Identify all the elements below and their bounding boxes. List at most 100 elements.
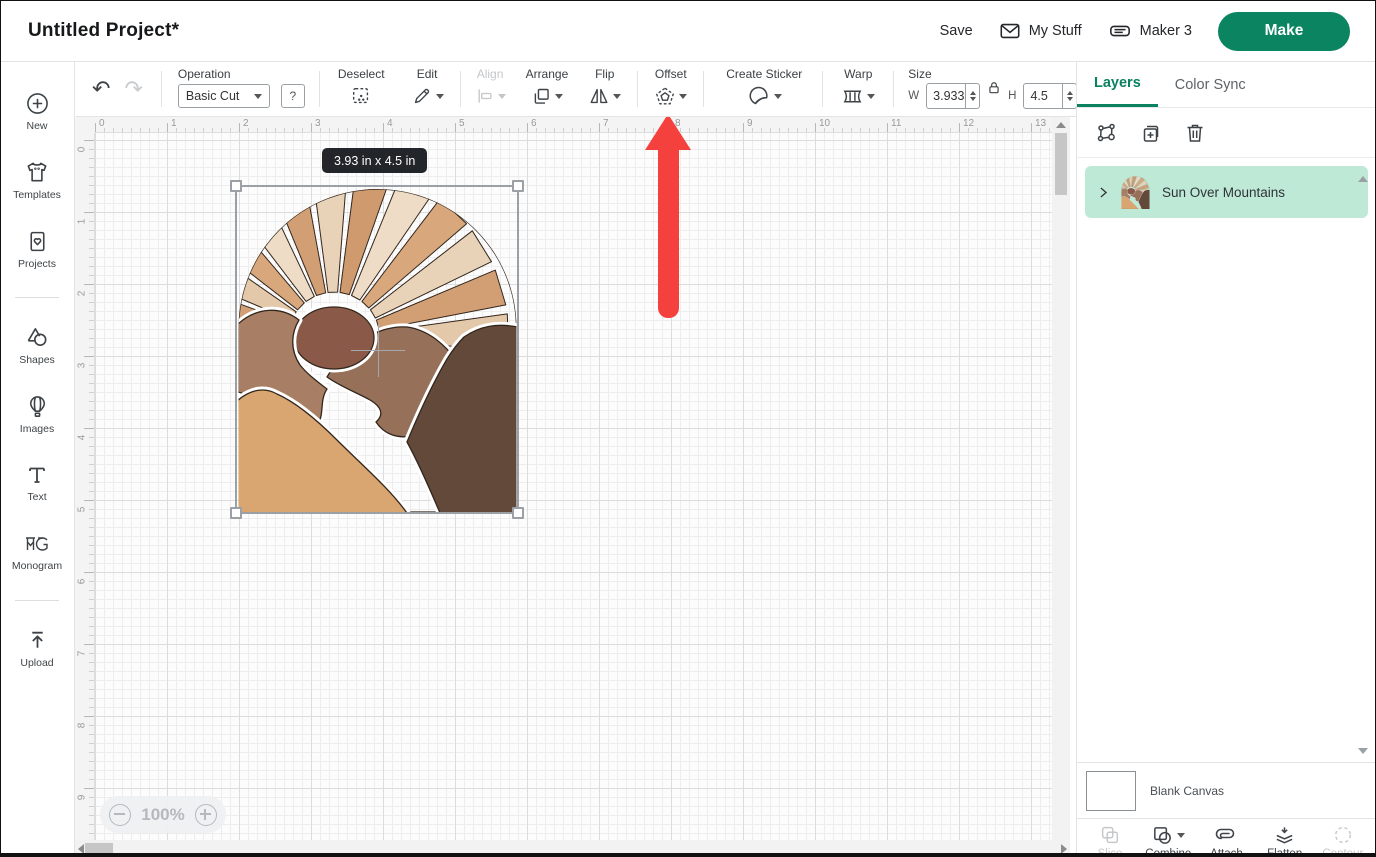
sidebar-item-projects[interactable]: Projects [2, 222, 72, 276]
layers-panel: Layers Color Sync Sun Over Mountains Bla… [1076, 62, 1376, 857]
selection-size-tooltip: 3.93 in x 4.5 in [322, 148, 427, 173]
ruler-horizontal: 012345678910111213 [75, 117, 1052, 133]
canvas-color-swatch[interactable] [1086, 771, 1136, 811]
layer-list: Sun Over Mountains [1077, 166, 1376, 762]
sidebar-item-monogram[interactable]: Monogram [2, 525, 72, 579]
nav-divider [15, 600, 59, 601]
warp-icon [841, 85, 864, 108]
warp-button[interactable] [841, 81, 875, 111]
combine-button[interactable]: Combine [1140, 824, 1196, 857]
sidebar-item-templates[interactable]: Templates [2, 153, 72, 207]
annotation-arrow [658, 146, 679, 318]
align-label: Align [477, 67, 504, 81]
make-button[interactable]: Make [1218, 12, 1350, 51]
canvas-vertical-scrollbar[interactable] [1052, 117, 1070, 840]
attach-button[interactable]: Attach [1198, 824, 1254, 857]
horizontal-scroll-thumb[interactable] [85, 843, 113, 854]
blank-canvas-row[interactable]: Blank Canvas [1077, 762, 1376, 818]
offset-button[interactable] [654, 81, 687, 111]
edit-label: Edit [417, 67, 438, 81]
layer-row-sun-over-mountains[interactable]: Sun Over Mountains [1085, 166, 1368, 218]
save-button[interactable]: Save [940, 23, 973, 39]
width-input[interactable] [926, 83, 980, 109]
deselect-icon [350, 85, 372, 107]
height-stepper[interactable] [1062, 84, 1076, 108]
edit-button[interactable] [411, 81, 444, 111]
vertical-scroll-thumb[interactable] [1055, 133, 1067, 195]
zoom-out-button[interactable] [109, 804, 131, 826]
scroll-up-arrow[interactable] [1056, 122, 1066, 128]
duplicate-button[interactable] [1139, 121, 1163, 145]
chevron-right-icon[interactable] [1097, 186, 1110, 199]
warp-label: Warp [844, 67, 872, 81]
upload-icon [25, 628, 50, 653]
deselect-label: Deselect [338, 67, 385, 81]
arrange-button[interactable] [531, 81, 563, 111]
layer-name: Sun Over Mountains [1162, 185, 1285, 200]
machine-icon [1108, 20, 1132, 42]
sidebar-item-new[interactable]: New [2, 84, 72, 138]
operation-help-button[interactable]: ? [281, 84, 305, 108]
left-sidebar: New Templates Projects Shapes Images Tex… [0, 62, 75, 857]
delete-button[interactable] [1183, 121, 1207, 145]
selection-handle-bottom-right[interactable] [512, 507, 524, 519]
height-input[interactable] [1023, 83, 1077, 109]
blank-canvas-label: Blank Canvas [1150, 784, 1224, 798]
sidebar-item-text[interactable]: Text [2, 456, 72, 510]
pencil-icon [411, 85, 433, 107]
deselect-button[interactable] [350, 81, 372, 111]
offset-icon [654, 85, 676, 107]
selection-handle-top-right[interactable] [512, 180, 524, 192]
sidebar-item-images[interactable]: Images [2, 387, 72, 441]
group-button[interactable] [1095, 121, 1119, 145]
scroll-left-arrow[interactable] [78, 844, 84, 854]
trash-icon [1183, 121, 1207, 145]
scroll-right-arrow[interactable] [1061, 844, 1067, 854]
selection-handle-top-left[interactable] [230, 180, 242, 192]
selection-handle-bottom-left[interactable] [230, 507, 242, 519]
operation-select[interactable]: Basic Cut [178, 84, 270, 108]
operation-label: Operation [178, 67, 231, 81]
lock-icon[interactable] [987, 81, 1001, 95]
envelope-icon [999, 20, 1021, 42]
sidebar-item-upload[interactable]: Upload [2, 621, 72, 675]
balloon-icon [25, 394, 50, 419]
shapes-icon [24, 324, 50, 350]
sticker-icon [747, 84, 771, 108]
create-sticker-button[interactable] [747, 81, 782, 111]
edit-toolbar: ↶ ↷ Operation Basic Cut ? Deselect Edit … [76, 62, 1076, 117]
width-label: W [908, 90, 919, 102]
zoom-in-button[interactable] [195, 804, 217, 826]
flatten-button[interactable]: Flatten [1257, 824, 1313, 857]
canvas-horizontal-scrollbar[interactable] [75, 840, 1070, 857]
layer-actions-bar: Slice Combine Attach Flatten Contour [1077, 818, 1376, 857]
layer-list-scroll-up[interactable] [1358, 176, 1368, 182]
machine-selector[interactable]: Maker 3 [1108, 20, 1192, 42]
paperclip-icon [1214, 823, 1238, 847]
project-card-icon [25, 229, 50, 254]
undo-button[interactable]: ↶ [92, 76, 110, 102]
flip-button[interactable] [588, 81, 621, 111]
layer-list-scroll-down[interactable] [1358, 748, 1368, 754]
tab-layers[interactable]: Layers [1077, 62, 1158, 107]
zoom-level: 100% [141, 805, 184, 825]
contour-icon [1332, 824, 1354, 846]
tshirt-icon [24, 159, 50, 185]
layer-thumbnail [1121, 176, 1150, 209]
contour-button[interactable]: Contour [1315, 824, 1371, 857]
project-title: Untitled Project* [28, 20, 179, 42]
plus-circle-icon [25, 91, 50, 116]
layers-toolbar [1077, 108, 1376, 158]
slice-icon [1099, 824, 1121, 846]
ruler-vertical: 0123456789 [75, 133, 95, 840]
zoom-control: 100% [100, 796, 226, 833]
slice-button[interactable]: Slice [1082, 824, 1138, 857]
panel-tabs: Layers Color Sync [1077, 62, 1376, 108]
width-stepper[interactable] [965, 84, 979, 108]
my-stuff-button[interactable]: My Stuff [999, 20, 1082, 42]
tab-color-sync[interactable]: Color Sync [1158, 62, 1263, 107]
align-icon [475, 86, 495, 106]
align-button[interactable] [475, 81, 506, 111]
sidebar-item-shapes[interactable]: Shapes [2, 318, 72, 372]
redo-button[interactable]: ↷ [124, 76, 142, 102]
